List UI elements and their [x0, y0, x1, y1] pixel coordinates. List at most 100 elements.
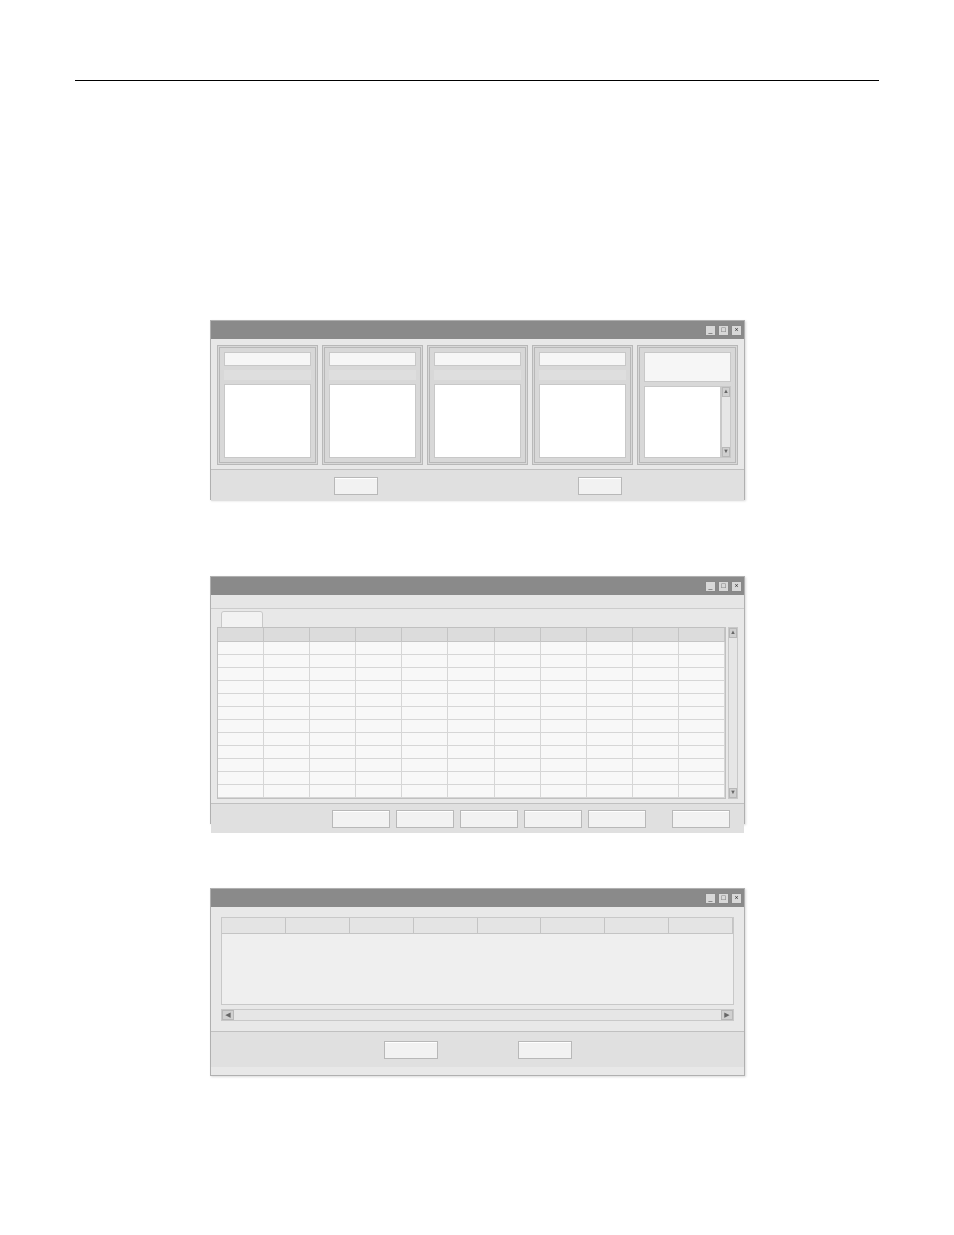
grid-header[interactable] — [218, 628, 725, 642]
cell[interactable] — [448, 694, 494, 707]
table-row[interactable] — [218, 655, 725, 668]
cell[interactable] — [541, 759, 587, 772]
column-header[interactable] — [218, 628, 264, 642]
cell[interactable] — [356, 681, 402, 694]
cell[interactable] — [402, 720, 448, 733]
footer-button[interactable] — [524, 810, 582, 828]
cell[interactable] — [402, 733, 448, 746]
cell[interactable] — [448, 785, 494, 798]
cell[interactable] — [495, 655, 541, 668]
cell[interactable] — [448, 772, 494, 785]
cell[interactable] — [218, 746, 264, 759]
table-row[interactable] — [218, 642, 725, 655]
cell[interactable] — [218, 759, 264, 772]
cell[interactable] — [587, 642, 633, 655]
cell[interactable] — [356, 668, 402, 681]
tab[interactable] — [221, 611, 263, 627]
cell[interactable] — [633, 668, 679, 681]
cell[interactable] — [402, 707, 448, 720]
footer-button-right[interactable] — [518, 1041, 572, 1059]
vertical-scrollbar[interactable]: ▲ ▼ — [721, 386, 731, 458]
cell[interactable] — [495, 642, 541, 655]
cell[interactable] — [541, 785, 587, 798]
column-header[interactable] — [448, 628, 494, 642]
cell[interactable] — [402, 746, 448, 759]
cell[interactable] — [356, 720, 402, 733]
cell[interactable] — [679, 733, 725, 746]
column-header[interactable] — [414, 918, 478, 934]
cell[interactable] — [356, 759, 402, 772]
list-view[interactable] — [221, 917, 734, 1005]
cell[interactable] — [587, 668, 633, 681]
cell[interactable] — [310, 707, 356, 720]
column-header[interactable] — [541, 918, 605, 934]
table-row[interactable] — [218, 733, 725, 746]
cell[interactable] — [218, 668, 264, 681]
cell[interactable] — [264, 772, 310, 785]
cell[interactable] — [541, 772, 587, 785]
cell[interactable] — [310, 785, 356, 798]
cell[interactable] — [310, 746, 356, 759]
cell[interactable] — [310, 759, 356, 772]
titlebar[interactable]: _ □ × — [211, 577, 744, 595]
titlebar[interactable]: _ □ × — [211, 321, 744, 339]
cell[interactable] — [587, 694, 633, 707]
cell[interactable] — [310, 694, 356, 707]
cell[interactable] — [448, 733, 494, 746]
cell[interactable] — [264, 642, 310, 655]
cell[interactable] — [633, 681, 679, 694]
cell[interactable] — [310, 772, 356, 785]
cell[interactable] — [264, 785, 310, 798]
cell[interactable] — [587, 655, 633, 668]
column-header[interactable] — [541, 628, 587, 642]
cell[interactable] — [679, 642, 725, 655]
close-icon[interactable]: × — [731, 581, 742, 592]
cell[interactable] — [264, 733, 310, 746]
cell[interactable] — [495, 707, 541, 720]
cell[interactable] — [218, 785, 264, 798]
column-header[interactable] — [478, 918, 542, 934]
cell[interactable] — [356, 655, 402, 668]
table-row[interactable] — [218, 720, 725, 733]
panel-body[interactable] — [539, 384, 626, 458]
cell[interactable] — [402, 668, 448, 681]
footer-button-left[interactable] — [384, 1041, 438, 1059]
column-header[interactable] — [633, 628, 679, 642]
cell[interactable] — [679, 694, 725, 707]
cell[interactable] — [679, 668, 725, 681]
minimize-icon[interactable]: _ — [705, 581, 716, 592]
cell[interactable] — [310, 655, 356, 668]
cell[interactable] — [541, 642, 587, 655]
cell[interactable] — [218, 772, 264, 785]
cell[interactable] — [218, 707, 264, 720]
cell[interactable] — [633, 642, 679, 655]
column-header[interactable] — [495, 628, 541, 642]
vertical-scrollbar[interactable]: ▲ ▼ — [728, 627, 738, 799]
cell[interactable] — [218, 720, 264, 733]
column-header[interactable] — [587, 628, 633, 642]
cell[interactable] — [264, 668, 310, 681]
cell[interactable] — [402, 785, 448, 798]
scroll-track[interactable] — [722, 397, 730, 447]
cell[interactable] — [495, 772, 541, 785]
cell[interactable] — [356, 772, 402, 785]
close-icon[interactable]: × — [731, 325, 742, 336]
cell[interactable] — [264, 707, 310, 720]
cell[interactable] — [587, 720, 633, 733]
cell[interactable] — [218, 642, 264, 655]
cell[interactable] — [310, 668, 356, 681]
minimize-icon[interactable]: _ — [705, 893, 716, 904]
maximize-icon[interactable]: □ — [718, 581, 729, 592]
column-header[interactable] — [264, 628, 310, 642]
list-body[interactable] — [222, 934, 733, 1004]
cell[interactable] — [679, 655, 725, 668]
list-header[interactable] — [222, 918, 733, 934]
cell[interactable] — [587, 681, 633, 694]
table-row[interactable] — [218, 746, 725, 759]
table-row[interactable] — [218, 694, 725, 707]
scroll-down-icon[interactable]: ▼ — [722, 447, 730, 457]
cell[interactable] — [264, 720, 310, 733]
cell[interactable] — [402, 681, 448, 694]
cell[interactable] — [448, 668, 494, 681]
cell[interactable] — [495, 668, 541, 681]
